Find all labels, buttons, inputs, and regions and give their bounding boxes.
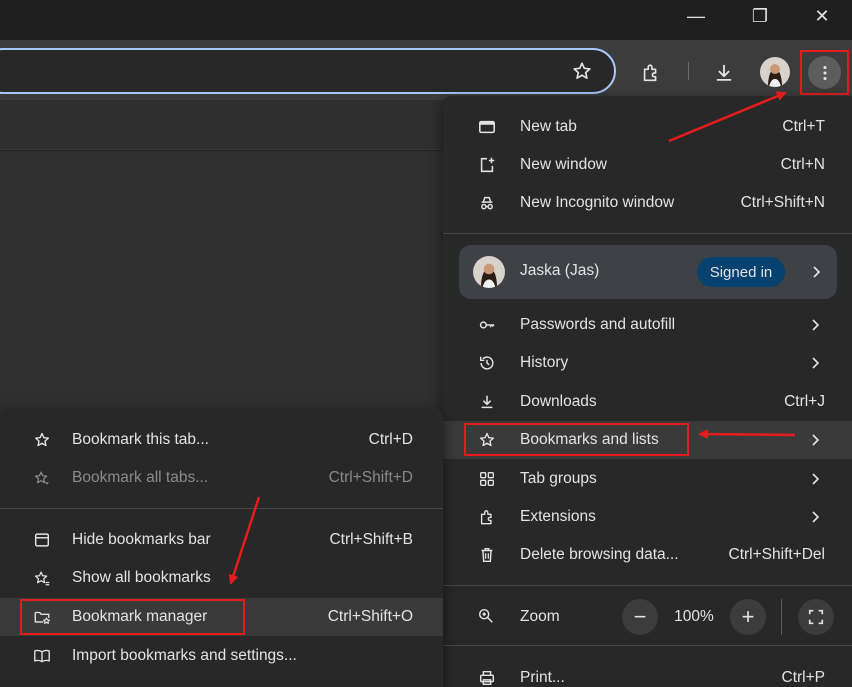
incognito-icon bbox=[477, 193, 497, 213]
menu-item-import-bookmarks[interactable]: Import bookmarks and settings... bbox=[0, 637, 443, 675]
menu-item-print[interactable]: Print... Ctrl+P bbox=[443, 659, 852, 687]
menu-item-downloads[interactable]: Downloads Ctrl+J bbox=[443, 383, 852, 421]
print-icon bbox=[477, 668, 497, 687]
tab-groups-icon bbox=[477, 469, 497, 489]
menu-divider bbox=[443, 233, 852, 234]
import-book-icon bbox=[32, 646, 52, 666]
menu-item-extensions[interactable]: Extensions bbox=[443, 498, 852, 536]
more-vert-icon[interactable] bbox=[808, 56, 841, 89]
new-tab-icon bbox=[477, 117, 497, 137]
menu-item-bookmark-manager[interactable]: Bookmark manager Ctrl+Shift+O bbox=[0, 598, 443, 636]
star-multiple-icon bbox=[32, 468, 52, 488]
menu-button-highlight bbox=[800, 50, 849, 95]
download-icon[interactable] bbox=[711, 60, 737, 86]
history-icon bbox=[477, 353, 497, 373]
extensions-icon[interactable] bbox=[638, 60, 664, 86]
zoom-in-button[interactable]: + bbox=[730, 599, 766, 635]
signed-in-badge: Signed in bbox=[697, 257, 785, 287]
menu-item-bookmarks-and-lists[interactable]: Bookmarks and lists bbox=[443, 421, 852, 459]
chevron-right-icon bbox=[808, 356, 822, 370]
menu-item-hide-bookmarks-bar[interactable]: Hide bookmarks bar Ctrl+Shift+B bbox=[0, 521, 443, 559]
bookmarks-bar-icon bbox=[32, 530, 52, 550]
bookmarks-submenu: Bookmark this tab... Ctrl+D Bookmark all… bbox=[0, 409, 443, 687]
bookmark-star-icon[interactable] bbox=[570, 59, 594, 83]
zoom-out-button[interactable]: − bbox=[622, 599, 658, 635]
extensions-icon bbox=[477, 507, 497, 527]
menu-item-history[interactable]: History bbox=[443, 344, 852, 382]
toolbar-separator bbox=[688, 62, 689, 80]
new-window-icon bbox=[477, 155, 497, 175]
zoom-row: Zoom − 100% + bbox=[443, 596, 852, 638]
fullscreen-icon bbox=[808, 609, 824, 625]
chevron-right-icon bbox=[808, 318, 822, 332]
menu-item-new-incognito[interactable]: New Incognito window Ctrl+Shift+N bbox=[443, 184, 852, 222]
minimize-button[interactable]: — bbox=[674, 0, 718, 32]
menu-item-delete-browsing-data[interactable]: Delete browsing data... Ctrl+Shift+Del bbox=[443, 536, 852, 574]
title-bar: — ❐ ✕ bbox=[0, 0, 852, 40]
folder-star-icon bbox=[32, 607, 52, 627]
restore-button[interactable]: ❐ bbox=[738, 0, 782, 32]
star-list-icon bbox=[32, 568, 52, 588]
menu-item-bookmark-all-tabs[interactable]: Bookmark all tabs... Ctrl+Shift+D bbox=[0, 459, 443, 497]
star-icon bbox=[477, 430, 497, 450]
zoom-separator bbox=[781, 599, 782, 635]
address-bar[interactable] bbox=[0, 48, 616, 94]
menu-item-new-window[interactable]: New window Ctrl+N bbox=[443, 146, 852, 184]
zoom-icon bbox=[477, 607, 497, 627]
fullscreen-button[interactable] bbox=[798, 599, 834, 635]
menu-item-passwords[interactable]: Passwords and autofill bbox=[443, 306, 852, 344]
profile-row[interactable]: Jaska (Jas) Signed in bbox=[459, 245, 837, 299]
trash-icon bbox=[477, 545, 497, 565]
download-icon bbox=[477, 392, 497, 412]
zoom-level: 100% bbox=[674, 608, 714, 625]
chevron-right-icon bbox=[808, 510, 822, 524]
chevron-right-icon bbox=[808, 433, 822, 447]
chevron-right-icon bbox=[808, 472, 822, 486]
menu-divider bbox=[443, 645, 852, 646]
chevron-right-icon bbox=[809, 265, 823, 279]
menu-item-tab-groups[interactable]: Tab groups bbox=[443, 460, 852, 498]
profile-avatar bbox=[473, 256, 505, 288]
key-icon bbox=[477, 315, 497, 335]
star-icon bbox=[32, 430, 52, 450]
close-button[interactable]: ✕ bbox=[800, 0, 844, 32]
menu-item-bookmark-this-tab[interactable]: Bookmark this tab... Ctrl+D bbox=[0, 421, 443, 459]
profile-avatar[interactable] bbox=[760, 57, 790, 87]
menu-divider bbox=[443, 585, 852, 586]
chrome-main-menu: New tab Ctrl+T New window Ctrl+N New Inc… bbox=[443, 96, 852, 687]
menu-item-show-all-bookmarks[interactable]: Show all bookmarks bbox=[0, 559, 443, 597]
menu-divider bbox=[0, 508, 443, 509]
menu-item-new-tab[interactable]: New tab Ctrl+T bbox=[443, 108, 852, 146]
